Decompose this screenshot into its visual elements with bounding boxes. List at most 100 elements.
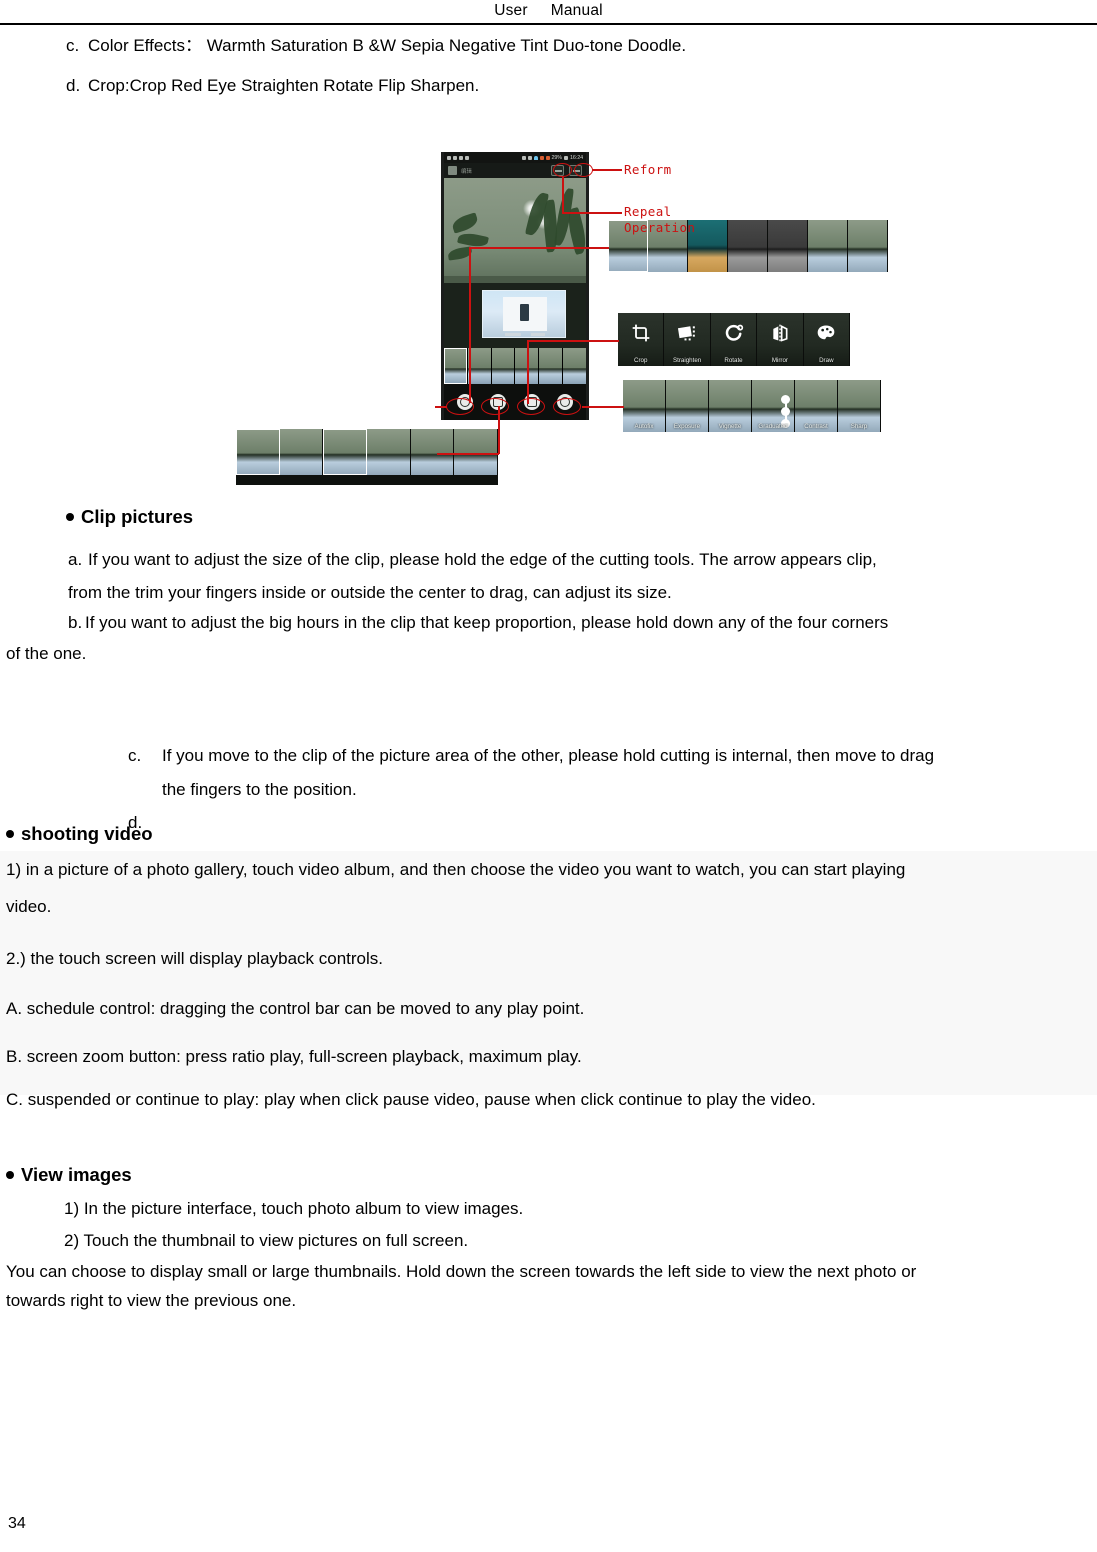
callout-line-repeal-vertical xyxy=(562,177,564,213)
status-icon-sd xyxy=(453,155,457,160)
frame-thumbnail[interactable] xyxy=(236,429,280,475)
tool-label: Draw xyxy=(819,357,834,364)
header-divider-rule xyxy=(0,23,1097,25)
adjust-label: Exposure xyxy=(673,423,701,430)
header-title-manual: Manual xyxy=(550,2,603,19)
adjust-graduated[interactable]: Graduated xyxy=(752,380,795,432)
crop-bar-left xyxy=(505,333,521,336)
view-item-1: 1) In the picture interface, touch photo… xyxy=(64,1199,524,1218)
edit-tools-panel[interactable]: Crop Straighten Rotate Mirror Draw xyxy=(618,313,850,366)
frame-thumbnail[interactable] xyxy=(410,429,455,475)
heading-shooting-video-label: shooting video xyxy=(21,823,153,844)
adjust-sharp[interactable]: Sharp xyxy=(838,380,881,432)
annotation-repeal-operation: Repeal Operation xyxy=(624,204,696,235)
heading-view-images: View images xyxy=(6,1165,132,1185)
adjust-vignette[interactable]: Vignette xyxy=(709,380,752,432)
mirror-icon xyxy=(769,323,791,343)
marker-ellipse-undo xyxy=(553,163,572,177)
clip-item-a-line1: If you want to adjust the size of the cl… xyxy=(88,550,877,569)
adjust-contrast[interactable]: Contrast xyxy=(795,380,838,432)
effect-thumbnail[interactable] xyxy=(768,220,808,272)
heading-shooting-video: shooting video xyxy=(6,823,153,844)
adjust-label: Autofix xyxy=(634,423,654,430)
shooting-line-b: B. screen zoom button: press ratio play,… xyxy=(6,1047,582,1066)
window-sill-band xyxy=(444,276,586,283)
phone-status-bar: 29% 16:24 xyxy=(444,152,586,163)
clip-item-a-line2: from the trim your fingers inside or out… xyxy=(68,583,672,602)
shooting-line-1b: video. xyxy=(6,897,52,916)
phone-filmstrip[interactable] xyxy=(444,348,586,384)
view-item-2: 2) Touch the thumbnail to view pictures … xyxy=(64,1231,469,1250)
shooting-line-a: A. schedule control: dragging the contro… xyxy=(6,999,585,1018)
signal-icon-sim1 xyxy=(539,155,544,160)
list-label-c: c. xyxy=(66,36,80,55)
tool-draw[interactable]: Draw xyxy=(803,313,850,366)
filmstrip-thumbnail[interactable] xyxy=(491,348,515,384)
filmstrip-thumbnail[interactable] xyxy=(444,348,467,384)
callout-line-repeal-horizontal xyxy=(562,212,622,214)
list-text-crop: Crop:Crop Red Eye Straighten Rotate Flip… xyxy=(88,76,480,95)
callout-line-adjust xyxy=(582,406,624,408)
page-running-header: User Manual xyxy=(0,0,1097,24)
tool-rotate[interactable]: Rotate xyxy=(710,313,758,366)
tool-label: Straighten xyxy=(673,357,702,364)
battery-percent-label: 29% xyxy=(551,154,563,161)
clip-item-a-label: a. xyxy=(68,550,83,569)
frame-thumbnail[interactable] xyxy=(279,429,324,475)
frame-thumbnail[interactable] xyxy=(367,429,411,475)
frame-thumbnail[interactable] xyxy=(323,429,368,475)
list-label-d: d. xyxy=(66,76,81,95)
marker-ellipse-redo xyxy=(574,163,593,177)
list-text-color-effects: Color Effects： Warmth Saturation B &W Se… xyxy=(88,36,687,55)
annotation-reform: Reform xyxy=(624,162,672,177)
filmstrip-thumbnail[interactable] xyxy=(467,348,491,384)
effect-thumbnail[interactable] xyxy=(848,220,888,272)
tool-label: Rotate xyxy=(724,357,743,364)
app-bar-title: 编辑 xyxy=(461,168,472,175)
status-icon-download xyxy=(465,155,469,160)
battery-icon xyxy=(564,155,568,160)
effect-thumbnail[interactable] xyxy=(808,220,848,272)
page-number: 34 xyxy=(8,1515,26,1532)
crop-inner-card xyxy=(503,297,547,331)
clip-item-c-line2: the fingers to the position. xyxy=(162,780,357,799)
adjust-label: Contrast xyxy=(804,423,828,430)
frames-panel[interactable] xyxy=(236,429,498,485)
shooting-line-c: C. suspended or continue to play: play w… xyxy=(6,1090,816,1109)
bullet-dot-icon xyxy=(66,513,74,521)
straighten-icon xyxy=(676,323,698,343)
crop-icon xyxy=(630,323,652,343)
status-icon-usb xyxy=(447,155,451,160)
list-item-color-effects: c. Color Effects： Warmth Saturation B &W… xyxy=(66,30,1066,61)
wifi-icon xyxy=(533,155,538,160)
photo-preview-area[interactable] xyxy=(444,178,586,348)
draw-palette-icon xyxy=(815,323,837,343)
tool-mirror[interactable]: Mirror xyxy=(757,313,804,366)
marker-ellipse-frames xyxy=(481,398,509,415)
callout-line-frames xyxy=(437,453,499,455)
bullet-dot-icon xyxy=(6,830,14,838)
clock-label: 16:24 xyxy=(570,154,583,161)
status-icon-alarm xyxy=(527,155,532,160)
callout-line-reform xyxy=(592,169,622,171)
adjust-exposure[interactable]: Exposure xyxy=(666,380,709,432)
status-icon-sync xyxy=(459,155,463,160)
heading-clip-pictures: Clip pictures xyxy=(66,506,194,527)
app-logo-icon xyxy=(448,166,457,175)
shooting-line-2: 2.) the touch screen will display playba… xyxy=(6,949,384,968)
heading-clip-pictures-label: Clip pictures xyxy=(81,506,194,527)
adjust-autofix[interactable]: Autofix xyxy=(623,380,666,432)
adjustments-panel[interactable]: Autofix Exposure Vignette Graduated Cont… xyxy=(623,380,881,432)
clip-item-b-line1: If you want to adjust the big hours in t… xyxy=(85,613,889,632)
crop-selection-box[interactable] xyxy=(482,290,566,338)
clip-item-b-line2: of the one. xyxy=(6,644,87,663)
frame-thumbnail[interactable] xyxy=(454,429,498,475)
tool-crop[interactable]: Crop xyxy=(618,313,665,366)
tool-straighten[interactable]: Straighten xyxy=(664,313,711,366)
tool-label: Mirror xyxy=(771,357,788,364)
filmstrip-thumbnail[interactable] xyxy=(563,348,586,384)
shooting-line-1: 1) in a picture of a photo gallery, touc… xyxy=(6,860,906,879)
filmstrip-thumbnail[interactable] xyxy=(539,348,563,384)
effect-thumbnail[interactable] xyxy=(728,220,768,272)
crop-bar-right xyxy=(531,333,545,336)
